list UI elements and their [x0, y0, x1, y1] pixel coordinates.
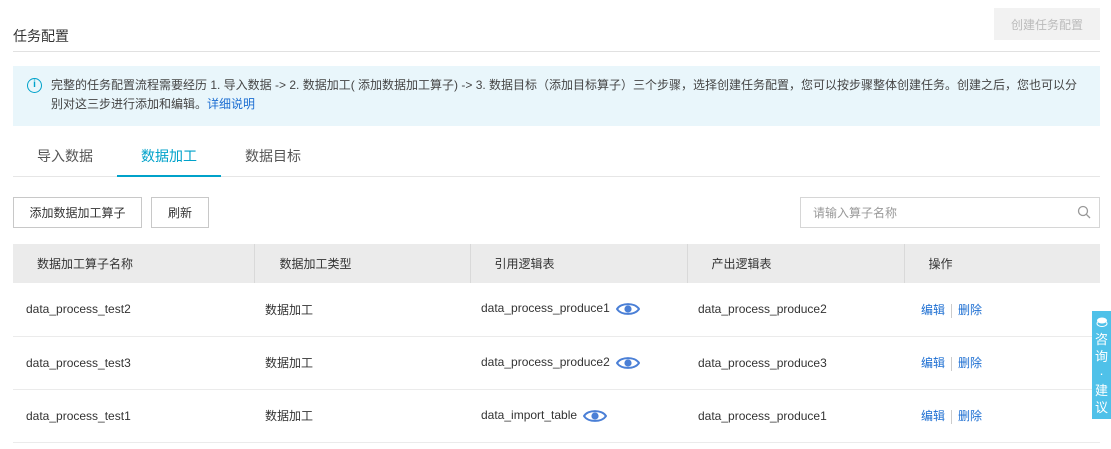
chat-icon [1096, 317, 1107, 327]
delete-button[interactable]: 删除 [958, 409, 982, 423]
ref-table-cell: data_process_produce2 [470, 336, 687, 390]
process-type: 数据加工 [254, 336, 470, 390]
ref-table: data_import_table [481, 407, 578, 422]
details-link[interactable]: 详细说明 [207, 97, 255, 111]
widget-char: 建 [1094, 383, 1108, 398]
eye-icon[interactable] [615, 355, 640, 371]
column-header: 引用逻辑表 [470, 244, 688, 283]
refresh-button[interactable]: 刷新 [151, 197, 209, 228]
table-header-row: 数据加工算子名称 数据加工类型 引用逻辑表 产出逻辑表 操作 [13, 244, 1100, 283]
actions-cell: 编辑 删除 [904, 389, 1100, 443]
actions-cell: 编辑 删除 [904, 283, 1100, 337]
create-task-config-button[interactable]: 创建任务配置 [994, 8, 1100, 40]
widget-char: 咨 [1094, 332, 1108, 347]
ref-table-cell: data_import_table [470, 389, 687, 443]
add-operator-button[interactable]: 添加数据加工算子 [13, 197, 142, 228]
eye-icon[interactable] [583, 408, 608, 424]
output-table: data_process_produce3 [687, 336, 904, 390]
process-type: 数据加工 [254, 283, 470, 337]
widget-char: 议 [1094, 400, 1108, 415]
consult-feedback-widget[interactable]: 咨 询 · 建 议 [1092, 311, 1111, 419]
widget-char: 询 [1094, 349, 1108, 364]
delete-button[interactable]: 删除 [958, 356, 982, 370]
column-header: 产出逻辑表 [687, 244, 905, 283]
column-header: 数据加工算子名称 [13, 244, 255, 283]
divider [951, 409, 953, 424]
column-header: 数据加工类型 [254, 244, 471, 283]
divider [951, 303, 953, 318]
table-row: data_process_test3 数据加工 data_process_pro… [13, 336, 1100, 390]
eye-icon[interactable] [615, 301, 640, 317]
ref-table: data_process_produce1 [481, 301, 610, 316]
operator-name: data_process_test2 [13, 283, 254, 337]
divider [951, 356, 953, 371]
output-table: data_process_produce1 [687, 389, 904, 443]
search-icon[interactable] [1077, 205, 1091, 219]
widget-char: · [1099, 366, 1104, 381]
ref-table: data_process_produce2 [481, 354, 610, 369]
info-notice: i 完整的任务配置流程需要经历 1. 导入数据 -> 2. 数据加工( 添加数据… [13, 66, 1100, 126]
tab-data-processing[interactable]: 数据加工 [117, 138, 221, 177]
search-box [800, 197, 1100, 228]
operator-table: 数据加工算子名称 数据加工类型 引用逻辑表 产出逻辑表 操作 data_proc… [13, 244, 1100, 443]
table-row: data_process_test1 数据加工 data_import_tabl… [13, 389, 1100, 443]
info-icon: i [27, 78, 42, 93]
search-input[interactable] [801, 198, 1061, 227]
tab-import-data[interactable]: 导入数据 [13, 138, 117, 177]
ref-table-cell: data_process_produce1 [470, 283, 687, 337]
tab-data-target[interactable]: 数据目标 [221, 138, 325, 177]
operator-name: data_process_test3 [13, 336, 254, 390]
page-title: 任务配置 [13, 28, 69, 44]
operator-name: data_process_test1 [13, 389, 254, 443]
delete-button[interactable]: 删除 [958, 303, 982, 317]
notice-text: 完整的任务配置流程需要经历 1. 导入数据 -> 2. 数据加工( 添加数据加工… [51, 78, 1078, 111]
tab-bar: 导入数据 数据加工 数据目标 [13, 138, 1100, 177]
edit-button[interactable]: 编辑 [921, 356, 945, 370]
column-header: 操作 [904, 244, 1100, 283]
table-row: data_process_test2 数据加工 data_process_pro… [13, 283, 1100, 337]
actions-cell: 编辑 删除 [904, 336, 1100, 390]
output-table: data_process_produce2 [687, 283, 904, 337]
page-header: 任务配置 创建任务配置 [13, 0, 1100, 52]
edit-button[interactable]: 编辑 [921, 409, 945, 423]
edit-button[interactable]: 编辑 [921, 303, 945, 317]
process-type: 数据加工 [254, 389, 470, 443]
